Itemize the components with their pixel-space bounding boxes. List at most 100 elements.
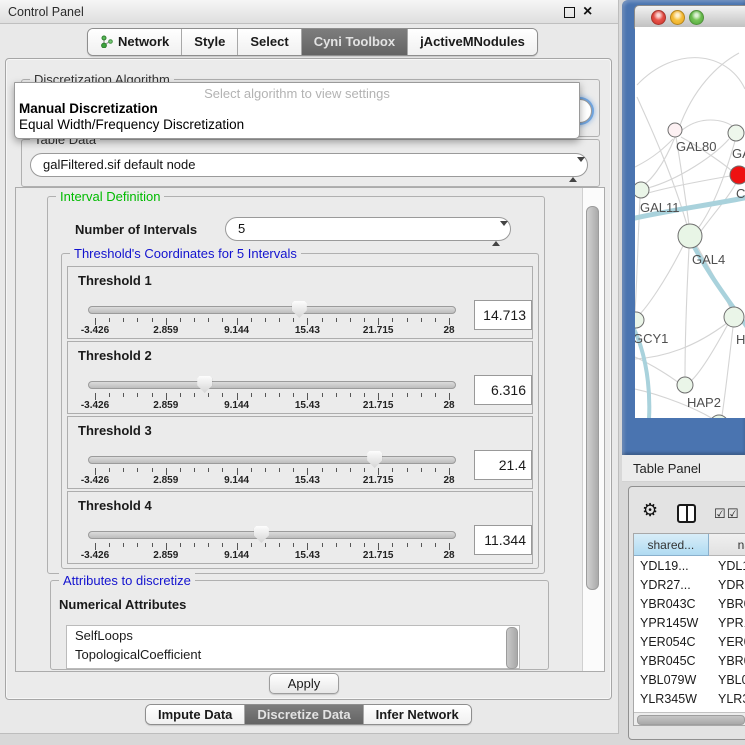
network-edge[interactable]	[685, 248, 689, 377]
threshold-value-field[interactable]: 14.713	[474, 300, 532, 330]
scrollbar-thumb[interactable]	[586, 206, 599, 590]
axis-tick	[350, 543, 351, 547]
bottom-tab-discretize-data[interactable]: Discretize Data	[245, 705, 363, 724]
checkbox-icon[interactable]: ☑	[727, 507, 739, 521]
minimize-traffic-light-icon[interactable]	[670, 10, 685, 25]
close-traffic-light-icon[interactable]	[651, 10, 666, 25]
control-panel-titlebar[interactable]: Control Panel ×	[0, 0, 618, 24]
threshold-panel-3: Threshold 3-3.4262.8599.14415.4321.71528…	[67, 416, 533, 489]
network-node-h[interactable]	[724, 307, 744, 327]
threshold-value-field[interactable]: 6.316	[474, 375, 532, 405]
axis-tick	[222, 468, 223, 472]
threshold-value-field[interactable]: 11.344	[474, 525, 532, 555]
threshold-panel-4: Threshold 4-3.4262.8599.14415.4321.71528…	[67, 491, 533, 564]
axis-tick	[166, 393, 167, 400]
zoom-traffic-light-icon[interactable]	[689, 10, 704, 25]
slider-track[interactable]	[88, 531, 456, 539]
slider-thumb-icon[interactable]	[292, 301, 307, 318]
algorithm-option-equal-width-frequency-discretization[interactable]: Equal Width/Frequency Discretization	[19, 117, 244, 132]
tab-select[interactable]: Select	[238, 29, 301, 55]
axis-tick	[293, 468, 294, 472]
slider-thumb-icon[interactable]	[367, 451, 382, 468]
network-node-hap2[interactable]	[677, 377, 693, 393]
float-window-icon[interactable]	[564, 7, 575, 18]
settings-vertical-scrollbar[interactable]	[582, 188, 604, 671]
network-edge[interactable]	[635, 357, 679, 383]
algorithm-dropdown-hint: Select algorithm to view settings	[15, 86, 579, 101]
threshold-slider[interactable]: -3.4262.8599.14415.4321.71528	[88, 451, 456, 485]
network-edge[interactable]	[637, 58, 745, 89]
tab-network[interactable]: Network	[88, 29, 182, 55]
bottom-tab-impute-data[interactable]: Impute Data	[146, 705, 245, 724]
table-header-name[interactable]: na	[709, 534, 745, 556]
network-node-ga[interactable]	[728, 125, 744, 141]
apply-button[interactable]: Apply	[269, 673, 339, 694]
algorithm-option-manual-discretization[interactable]: Manual Discretization	[19, 101, 158, 116]
network-node[interactable]	[710, 415, 728, 418]
network-node-gal80[interactable]	[668, 123, 682, 137]
network-node-gal4[interactable]	[678, 224, 702, 248]
threshold-slider[interactable]: -3.4262.8599.14415.4321.71528	[88, 301, 456, 335]
axis-tick	[378, 318, 379, 325]
checkbox-icon[interactable]: ☑	[714, 507, 726, 521]
axis-tick	[392, 393, 393, 397]
table-data-combobox-value: galFiltered.sif default node	[43, 157, 195, 172]
gear-icon[interactable]: ⚙	[642, 501, 658, 519]
table-row[interactable]: YLR345WYLR3	[634, 690, 745, 709]
table-row[interactable]: YDL19...YDL1	[634, 557, 745, 576]
axis-tick-label: 2.859	[153, 325, 178, 336]
axis-tick	[407, 468, 408, 472]
axis-tick	[265, 468, 266, 472]
table-header-shared[interactable]: shared...	[634, 534, 709, 556]
network-edge[interactable]	[681, 120, 734, 131]
tab-style[interactable]: Style	[182, 29, 238, 55]
node-label: H	[736, 332, 745, 347]
columns-icon[interactable]	[677, 504, 696, 523]
attribute-list-item[interactable]: SelfLoops	[67, 626, 519, 645]
slider-track[interactable]	[88, 306, 456, 314]
table-row[interactable]: YBR045CYBR0	[634, 652, 745, 671]
tab-cyni-toolbox[interactable]: Cyni Toolbox	[302, 29, 408, 55]
axis-tick	[449, 468, 450, 475]
network-canvas[interactable]: GAL80GACGAL11GAL4GCY1HHAP2	[635, 27, 745, 418]
network-window-titlebar[interactable]	[634, 5, 745, 29]
network-node-c[interactable]	[730, 166, 745, 184]
tab-jactivemnodules[interactable]: jActiveMNodules	[408, 29, 537, 55]
table-row[interactable]: YPR145WYPR1	[634, 614, 745, 633]
threshold-slider[interactable]: -3.4262.8599.14415.4321.71528	[88, 526, 456, 560]
threshold-slider[interactable]: -3.4262.8599.14415.4321.71528	[88, 376, 456, 410]
table-row[interactable]: YBR043CYBR0	[634, 595, 745, 614]
table-row[interactable]: YER054CYER0	[634, 633, 745, 652]
network-edge[interactable]	[722, 327, 733, 416]
bottom-tab-infer-network[interactable]: Infer Network	[364, 705, 471, 724]
network-edge[interactable]	[679, 53, 739, 128]
table-row[interactable]: YBL079WYBL0	[634, 671, 745, 690]
slider-thumb-icon[interactable]	[197, 376, 212, 393]
table-panel-titlebar[interactable]: Table Panel	[622, 455, 745, 482]
attribute-list-item[interactable]: TopologicalCoefficient	[67, 645, 519, 664]
attribute-list-item[interactable]: BetweennessCentrality	[67, 664, 519, 669]
network-edge[interactable]	[692, 324, 728, 380]
network-node-gcy1[interactable]	[635, 312, 644, 328]
node-label: GA	[732, 146, 745, 161]
table-row[interactable]: YDR27...YDR2	[634, 576, 745, 595]
network-edge[interactable]	[643, 137, 675, 185]
close-icon[interactable]: ×	[583, 2, 592, 21]
number-of-intervals-label: Number of Intervals	[75, 222, 197, 237]
number-of-intervals-spinner[interactable]: 5	[225, 217, 511, 241]
slider-track[interactable]	[88, 381, 456, 389]
attributes-list-scrollbar[interactable]	[506, 627, 518, 669]
axis-tick	[336, 468, 337, 472]
axis-tick	[307, 543, 308, 550]
axis-tick-label: 28	[443, 475, 454, 486]
table-data-combobox[interactable]: galFiltered.sif default node	[30, 153, 588, 177]
slider-thumb-icon[interactable]	[254, 526, 269, 543]
slider-track[interactable]	[88, 456, 456, 464]
numerical-attributes-list[interactable]: SelfLoopsTopologicalCoefficientBetweenne…	[66, 625, 520, 669]
axis-tick	[152, 318, 153, 322]
scrollbar-thumb[interactable]	[637, 715, 745, 725]
network-node-gal11[interactable]	[635, 182, 649, 198]
table-horizontal-scrollbar[interactable]	[634, 712, 745, 725]
threshold-value-field[interactable]: 21.4	[474, 450, 532, 480]
network-edge[interactable]	[639, 246, 683, 315]
